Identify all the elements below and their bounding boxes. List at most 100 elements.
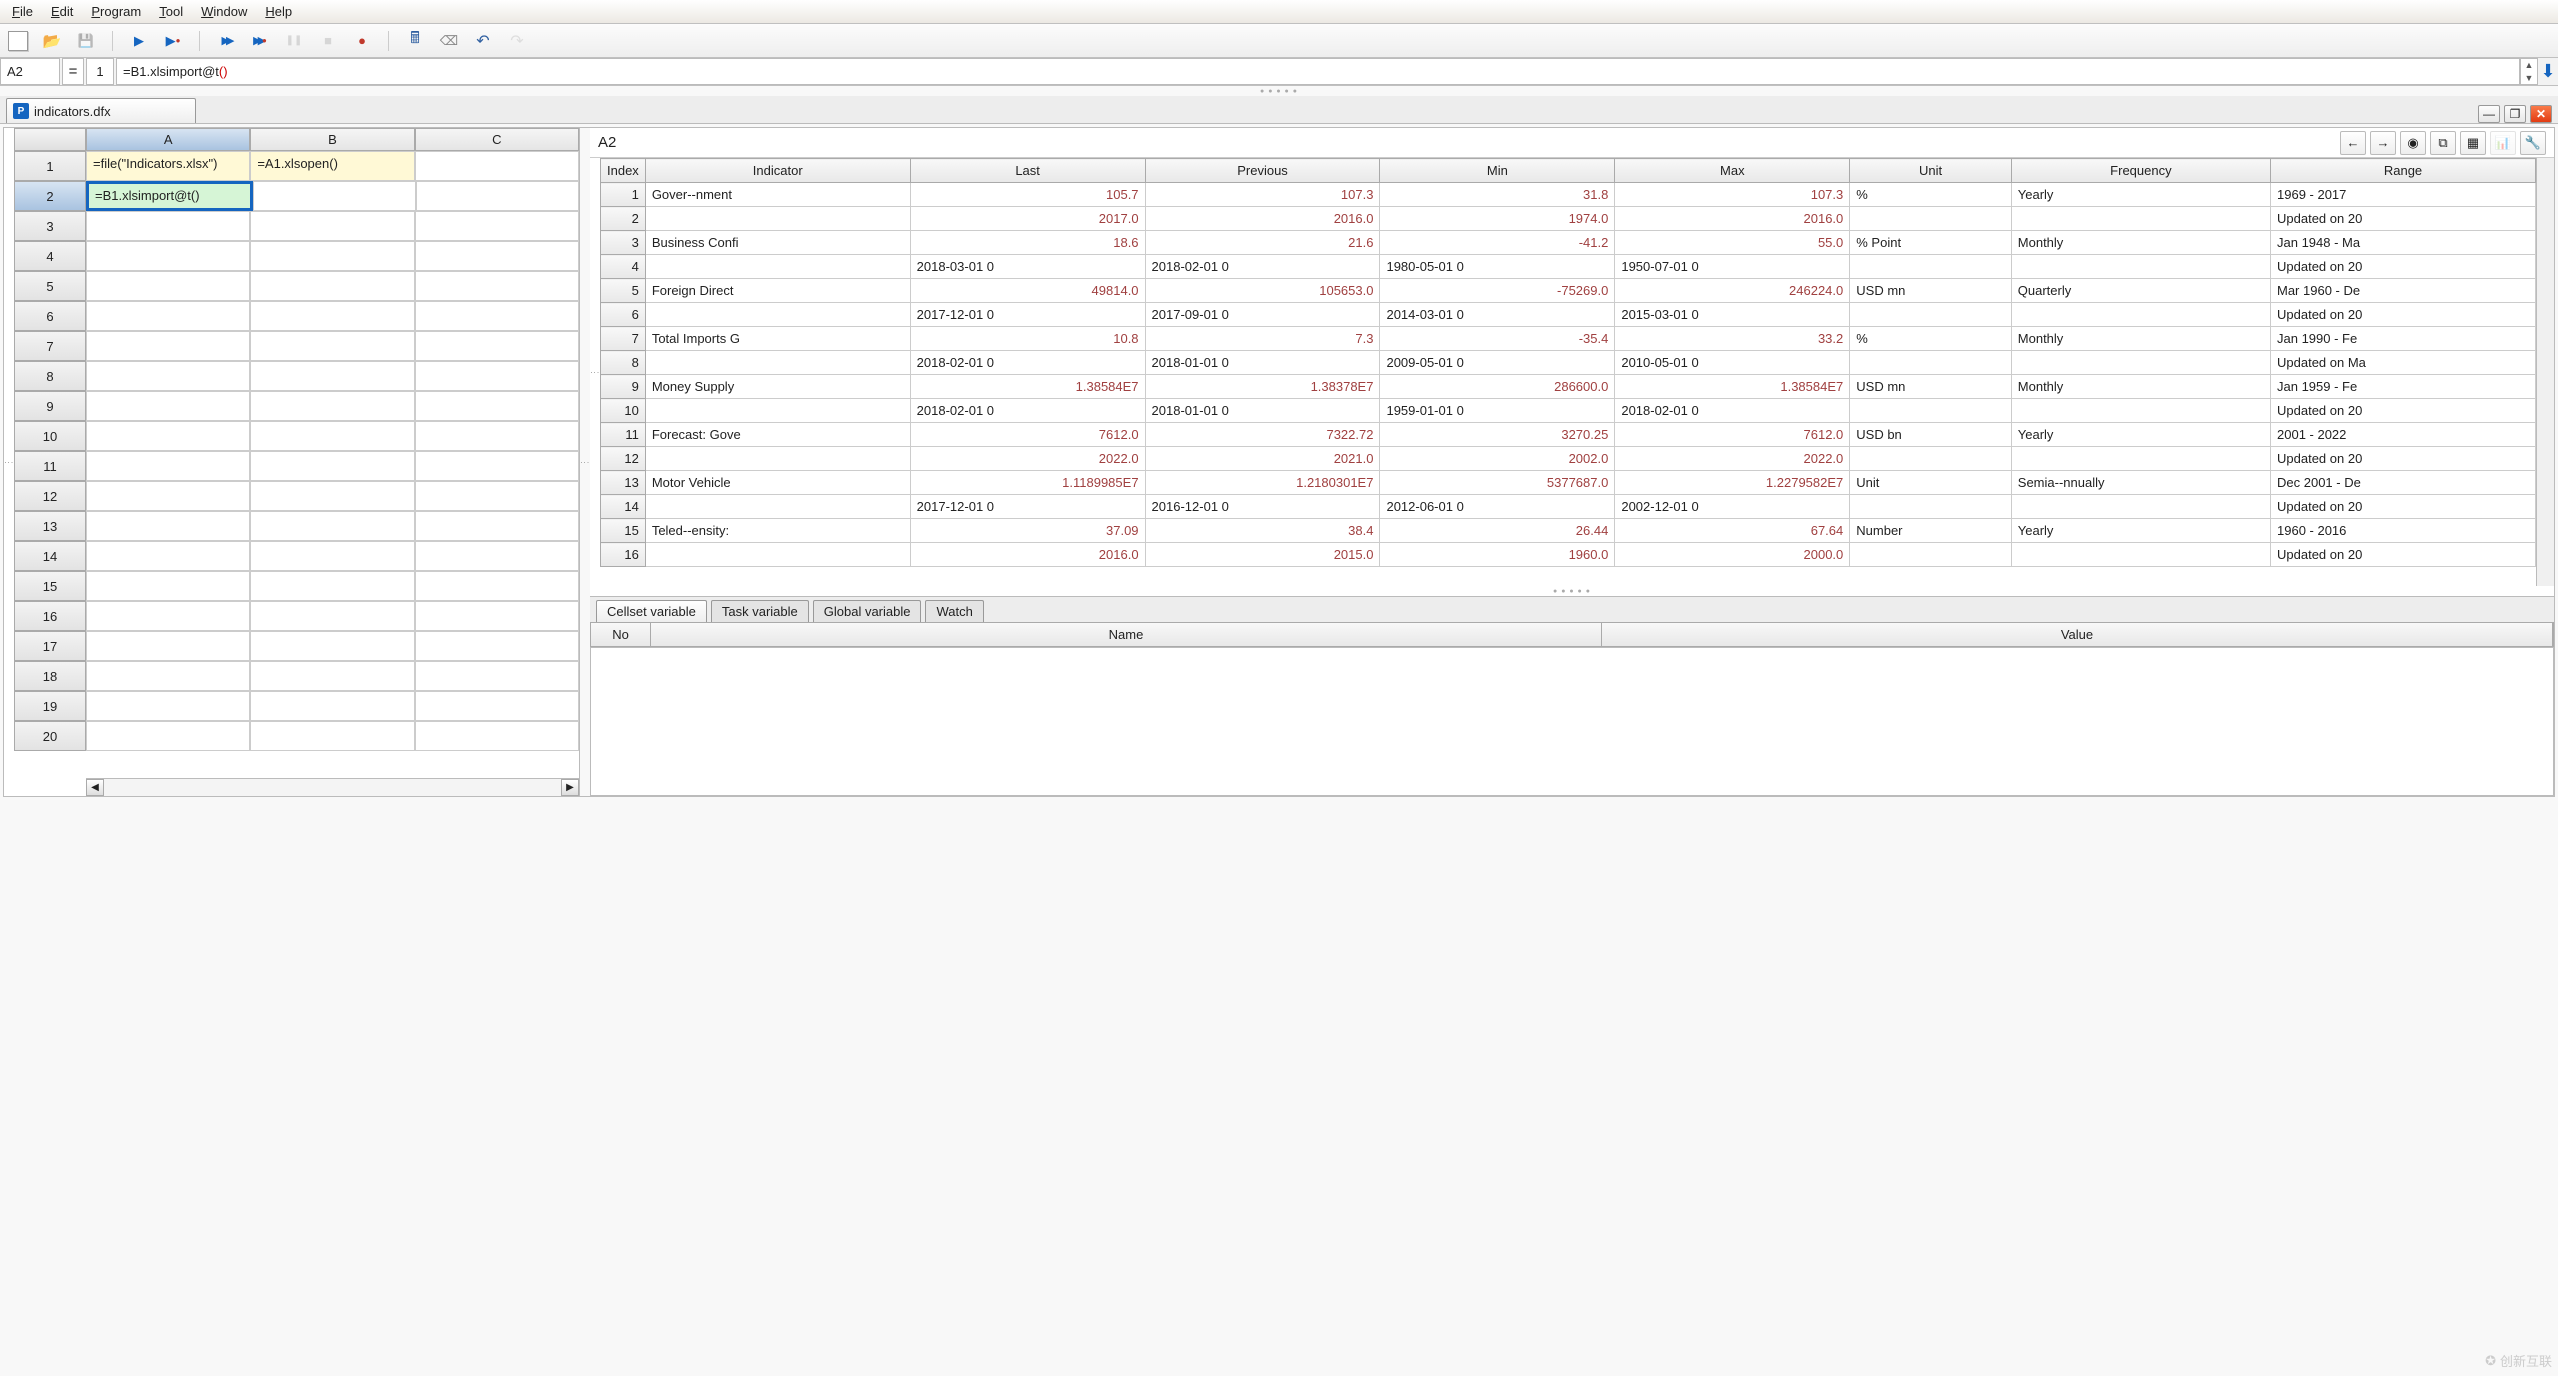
row-header[interactable]: 20 — [14, 721, 86, 751]
row-header[interactable]: 3 — [14, 211, 86, 241]
result-cell[interactable] — [2011, 495, 2270, 519]
result-cell[interactable] — [1850, 495, 2012, 519]
code-cell[interactable] — [416, 181, 579, 211]
tab-watch[interactable]: Watch — [925, 600, 983, 622]
result-cell[interactable]: Jan 1948 - Ma — [2271, 231, 2536, 255]
code-cell[interactable] — [415, 391, 579, 421]
code-cell[interactable] — [86, 541, 250, 571]
result-col-header[interactable]: Min — [1380, 159, 1615, 183]
result-cell[interactable]: 2018-02-01 0 — [910, 399, 1145, 423]
result-cell[interactable]: 7612.0 — [1615, 423, 1850, 447]
result-row-index[interactable]: 12 — [601, 447, 646, 471]
result-cell[interactable] — [1850, 207, 2012, 231]
result-cell[interactable]: Updated on Ma — [2271, 351, 2536, 375]
result-cell[interactable]: 1.2279582E7 — [1615, 471, 1850, 495]
result-cell[interactable]: 105653.0 — [1145, 279, 1380, 303]
result-vscrollbar[interactable] — [2536, 158, 2554, 586]
result-cell[interactable]: Updated on 20 — [2271, 543, 2536, 567]
result-cell[interactable]: 1974.0 — [1380, 207, 1615, 231]
result-cell[interactable]: 7612.0 — [910, 423, 1145, 447]
result-cell[interactable]: 1.38584E7 — [1615, 375, 1850, 399]
result-cell[interactable]: Updated on 20 — [2271, 255, 2536, 279]
result-cell[interactable]: 2017.0 — [910, 207, 1145, 231]
close-button[interactable]: ✕ — [2530, 105, 2552, 123]
result-col-header[interactable]: Indicator — [645, 159, 910, 183]
result-cell[interactable]: 1969 - 2017 — [2271, 183, 2536, 207]
grid-view-icon[interactable]: ▦ — [2460, 131, 2486, 155]
result-row-index[interactable]: 6 — [601, 303, 646, 327]
result-cell[interactable] — [645, 207, 910, 231]
code-cell[interactable] — [250, 481, 414, 511]
code-cell[interactable] — [415, 541, 579, 571]
menu-help[interactable]: Help — [259, 2, 298, 21]
result-cell[interactable]: 2009-05-01 0 — [1380, 351, 1615, 375]
nav-back-icon[interactable]: ← — [2340, 131, 2366, 155]
code-cell[interactable] — [415, 271, 579, 301]
row-header[interactable]: 11 — [14, 451, 86, 481]
vertical-grip-split[interactable]: ⋮ — [580, 128, 590, 796]
result-row-index[interactable]: 15 — [601, 519, 646, 543]
result-cell[interactable] — [1850, 399, 2012, 423]
result-cell[interactable]: Yearly — [2011, 519, 2270, 543]
code-cell[interactable] — [86, 481, 250, 511]
tab-cellset-variable[interactable]: Cellset variable — [596, 600, 707, 622]
result-cell[interactable]: Semia--nnually — [2011, 471, 2270, 495]
code-cell[interactable] — [86, 571, 250, 601]
result-cell[interactable]: 38.4 — [1145, 519, 1380, 543]
result-cell[interactable]: 2016-12-01 0 — [1145, 495, 1380, 519]
code-cell[interactable] — [415, 511, 579, 541]
row-header[interactable]: 2 — [14, 181, 86, 211]
result-cell[interactable]: 55.0 — [1615, 231, 1850, 255]
row-header[interactable]: 15 — [14, 571, 86, 601]
result-cell[interactable]: % Point — [1850, 231, 2012, 255]
code-cell[interactable] — [250, 421, 414, 451]
formula-input[interactable]: =B1.xlsimport@t() — [116, 58, 2520, 85]
result-cell[interactable]: Mar 1960 - De — [2271, 279, 2536, 303]
pause-icon[interactable] — [284, 31, 304, 51]
result-col-header[interactable]: Frequency — [2011, 159, 2270, 183]
result-cell[interactable]: Monthly — [2011, 375, 2270, 399]
result-cell[interactable]: 2010-05-01 0 — [1615, 351, 1850, 375]
result-cell[interactable]: USD mn — [1850, 375, 2012, 399]
result-col-header[interactable]: Max — [1615, 159, 1850, 183]
col-header-a[interactable]: A — [86, 128, 250, 151]
code-cell[interactable] — [250, 241, 414, 271]
result-cell[interactable]: 246224.0 — [1615, 279, 1850, 303]
result-cell[interactable]: Updated on 20 — [2271, 399, 2536, 423]
result-cell[interactable]: 18.6 — [910, 231, 1145, 255]
step-icon[interactable] — [216, 31, 236, 51]
result-cell[interactable]: Number — [1850, 519, 2012, 543]
code-cell[interactable] — [86, 721, 250, 751]
result-cell[interactable]: -35.4 — [1380, 327, 1615, 351]
result-col-header[interactable]: Index — [601, 159, 646, 183]
breakpoint-icon[interactable] — [352, 31, 372, 51]
result-cell[interactable] — [645, 351, 910, 375]
code-cell[interactable] — [250, 211, 414, 241]
result-cell[interactable]: USD mn — [1850, 279, 2012, 303]
row-header[interactable]: 7 — [14, 331, 86, 361]
result-cell[interactable]: 3270.25 — [1380, 423, 1615, 447]
nav-forward-icon[interactable]: → — [2370, 131, 2396, 155]
code-cell[interactable] — [86, 601, 250, 631]
code-cell[interactable] — [250, 511, 414, 541]
new-file-icon[interactable] — [8, 31, 28, 51]
result-cell[interactable]: 2018-02-01 0 — [1145, 255, 1380, 279]
formula-dropdown-icon[interactable]: ⬇ — [2538, 58, 2558, 85]
result-cell[interactable]: 2016.0 — [1145, 207, 1380, 231]
copy-icon[interactable]: ⧉ — [2430, 131, 2456, 155]
result-row-index[interactable]: 5 — [601, 279, 646, 303]
row-header[interactable]: 10 — [14, 421, 86, 451]
result-row-index[interactable]: 10 — [601, 399, 646, 423]
code-cell[interactable] — [86, 421, 250, 451]
result-cell[interactable] — [1850, 303, 2012, 327]
result-cell[interactable] — [2011, 399, 2270, 423]
result-row-index[interactable]: 2 — [601, 207, 646, 231]
result-row-index[interactable]: 1 — [601, 183, 646, 207]
result-cell[interactable]: Quarterly — [2011, 279, 2270, 303]
result-cell[interactable]: 5377687.0 — [1380, 471, 1615, 495]
result-cell[interactable]: Business Confi — [645, 231, 910, 255]
code-grid-corner[interactable] — [14, 128, 86, 151]
row-header[interactable]: 18 — [14, 661, 86, 691]
result-cell[interactable]: 2000.0 — [1615, 543, 1850, 567]
open-file-icon[interactable] — [42, 31, 62, 51]
